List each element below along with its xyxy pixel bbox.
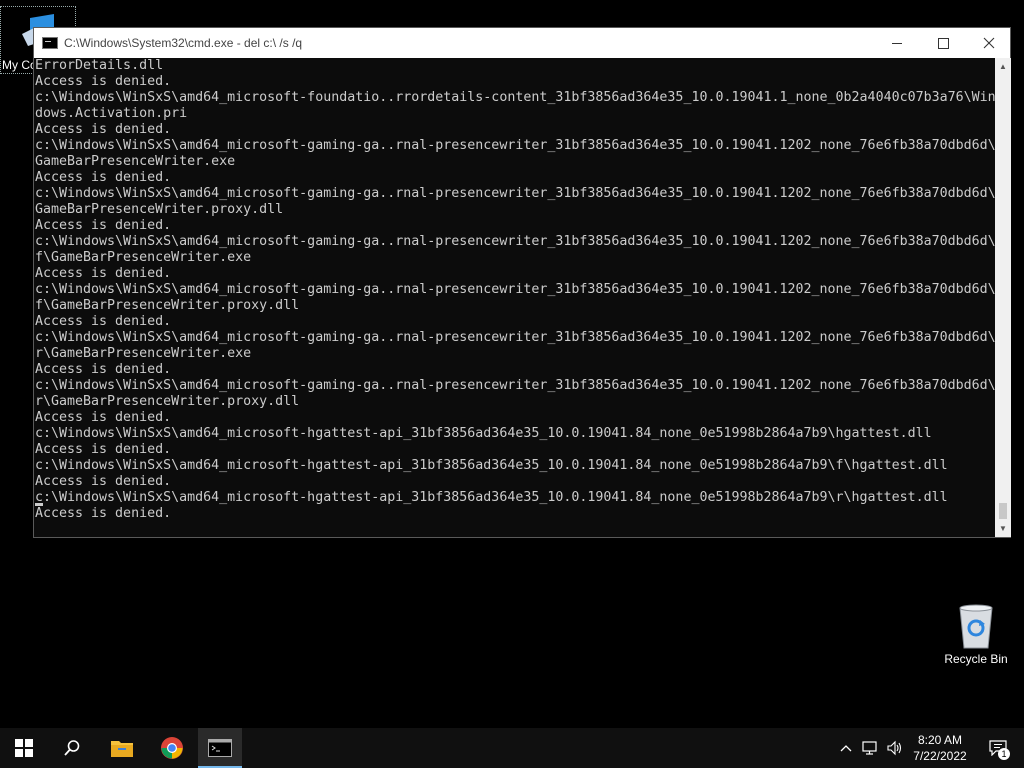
console-line: GameBarPresenceWriter.exe: [35, 154, 236, 169]
console-line: ErrorDetails.dll: [35, 58, 164, 73]
console-line: c:\Windows\WinSxS\amd64_microsoft-hgatte…: [35, 458, 948, 473]
minimize-button[interactable]: [874, 28, 920, 58]
text-cursor: [35, 503, 43, 506]
vertical-scrollbar[interactable]: ▲ ▼: [995, 58, 1011, 537]
scroll-up-arrow-icon[interactable]: ▲: [995, 58, 1011, 75]
console-line: dows.Activation.pri: [35, 106, 188, 121]
maximize-button[interactable]: [920, 28, 966, 58]
command-prompt-icon: [208, 739, 232, 757]
console-line: c:\Windows\WinSxS\amd64_microsoft-gaming…: [35, 378, 995, 393]
windows-logo-icon: [15, 739, 33, 757]
scrollbar-thumb[interactable]: [999, 503, 1007, 519]
console-line: Access is denied.: [35, 314, 172, 329]
console-line: Access is denied.: [35, 474, 172, 489]
maximize-icon: [937, 37, 949, 49]
clock-time: 8:20 AM: [917, 733, 963, 747]
action-center-button[interactable]: 1: [978, 728, 1018, 768]
console-line: f\GameBarPresenceWriter.proxy.dll: [35, 298, 300, 313]
speaker-icon: [887, 740, 902, 756]
clock-date: 7/22/2022: [913, 749, 967, 763]
console-line: c:\Windows\WinSxS\amd64_microsoft-gaming…: [35, 186, 995, 201]
console-line: Access is denied.: [35, 506, 172, 521]
console-line: Access is denied.: [35, 74, 172, 89]
file-explorer-button[interactable]: [98, 728, 146, 768]
minimize-icon: [892, 42, 902, 44]
chrome-icon: [161, 737, 183, 759]
console-line: c:\Windows\WinSxS\amd64_microsoft-gaming…: [35, 282, 995, 297]
console-line: Access is denied.: [35, 218, 172, 233]
console-line: GameBarPresenceWriter.proxy.dll: [35, 202, 284, 217]
folder-icon: [111, 741, 133, 757]
console-line: c:\Windows\WinSxS\amd64_microsoft-hgatte…: [35, 490, 948, 505]
console-line: Access is denied.: [35, 122, 172, 137]
chrome-button[interactable]: [148, 728, 196, 768]
console-line: c:\Windows\WinSxS\amd64_microsoft-gaming…: [35, 234, 995, 249]
console-line: Access is denied.: [35, 266, 172, 281]
command-prompt-taskbar-button[interactable]: [198, 728, 242, 768]
chevron-up-icon: [840, 745, 852, 752]
start-button[interactable]: [0, 728, 48, 768]
console-line: Access is denied.: [35, 362, 172, 377]
close-button[interactable]: [966, 28, 1012, 58]
search-button[interactable]: [48, 728, 96, 768]
console-line: c:\Windows\WinSxS\amd64_microsoft-hgatte…: [35, 426, 932, 441]
recycle-bin-icon: [959, 604, 993, 649]
my-computer-label: My Co: [2, 58, 37, 72]
search-icon: [64, 740, 80, 756]
command-prompt-window[interactable]: C:\Windows\System32\cmd.exe - del c:\ /s…: [33, 27, 1011, 538]
show-hidden-icons-button[interactable]: [836, 728, 856, 768]
console-line: c:\Windows\WinSxS\amd64_microsoft-gaming…: [35, 138, 995, 153]
command-prompt-app-icon: [42, 37, 58, 49]
clock[interactable]: 8:20 AM 7/22/2022: [906, 728, 974, 768]
taskbar: 8:20 AM 7/22/2022 1: [0, 728, 1024, 768]
network-icon: [862, 741, 877, 755]
console-line: r\GameBarPresenceWriter.proxy.dll: [35, 394, 300, 409]
console-output[interactable]: ErrorDetails.dll Access is denied. c:\Wind…: [34, 58, 995, 537]
console-line: r\GameBarPresenceWriter.exe: [35, 346, 252, 361]
console-line: c:\Windows\WinSxS\amd64_microsoft-gaming…: [35, 330, 995, 345]
console-line: Access is denied.: [35, 410, 172, 425]
window-title: C:\Windows\System32\cmd.exe - del c:\ /s…: [64, 36, 303, 50]
console-line: c:\Windows\WinSxS\amd64_microsoft-founda…: [35, 90, 995, 105]
console-line: Access is denied.: [35, 442, 172, 457]
console-line: f\GameBarPresenceWriter.exe: [35, 250, 252, 265]
recycle-bin-label: Recycle Bin: [944, 652, 1008, 666]
recycle-bin-desktop-icon[interactable]: Recycle Bin: [938, 600, 1014, 670]
volume-button[interactable]: [884, 728, 906, 768]
network-button[interactable]: [860, 728, 882, 768]
console-line: Access is denied.: [35, 170, 172, 185]
close-icon: [983, 37, 995, 49]
window-titlebar[interactable]: C:\Windows\System32\cmd.exe - del c:\ /s…: [34, 28, 1010, 58]
notification-count-badge: 1: [998, 748, 1010, 760]
scroll-down-arrow-icon[interactable]: ▼: [995, 520, 1011, 537]
